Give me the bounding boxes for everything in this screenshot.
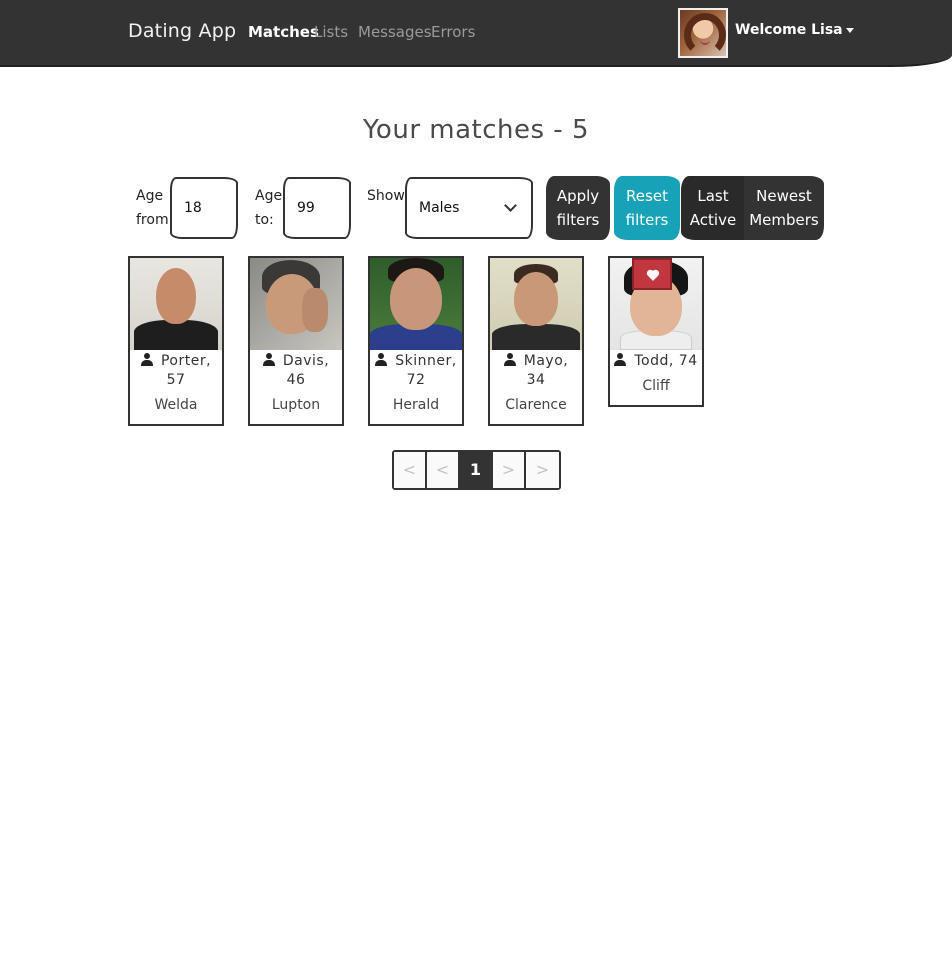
member-card[interactable]: Todd, 74 Cliff — [608, 256, 704, 407]
member-name-age: Porter, 57 — [134, 352, 218, 390]
avatar-hair — [684, 13, 726, 56]
reset-filters-line1: Reset — [626, 187, 668, 205]
member-name-age: Skinner, 72 — [374, 352, 458, 390]
welcome-text: Welcome Lisa — [735, 22, 843, 38]
member-card[interactable]: Mayo, 34 Clarence — [488, 256, 584, 426]
caret-down-icon — [845, 27, 854, 33]
apply-filters-button[interactable]: Apply filters — [546, 176, 610, 240]
member-info: Mayo, 34 Clarence — [490, 350, 582, 419]
navbar: Dating App Matches Lists Messages Errors… — [0, 0, 952, 67]
member-city: Lupton — [271, 397, 321, 413]
age-from-label-line1: Age — [136, 188, 164, 204]
age-to-label: Age to: — [255, 184, 282, 232]
age-from-label: Age from: — [136, 184, 173, 232]
member-photo[interactable] — [250, 258, 342, 350]
member-city: Cliff — [642, 378, 670, 394]
newest-members-line2: Members — [749, 211, 819, 229]
last-active-line2: Active — [689, 211, 737, 229]
page-next-button[interactable]: > — [493, 452, 526, 488]
member-name-age: Todd, 74 — [614, 352, 698, 371]
brand-link[interactable]: Dating App — [128, 20, 236, 42]
like-badge[interactable] — [632, 258, 672, 290]
member-name: Skinner, — [395, 353, 457, 369]
chevron-down-icon — [504, 199, 517, 212]
photo-face — [514, 272, 558, 326]
member-age: 34 — [526, 372, 546, 388]
gender-select-value: Males — [419, 200, 460, 216]
gender-select[interactable]: Males — [405, 177, 533, 239]
reset-filters-button[interactable]: Reset filters — [614, 176, 680, 240]
member-photo[interactable] — [370, 258, 462, 350]
member-photo[interactable] — [490, 258, 582, 350]
member-card[interactable]: Skinner, 72 Herald — [368, 256, 464, 426]
member-photo[interactable] — [130, 258, 222, 350]
member-name: Todd, 74 — [634, 353, 698, 369]
member-name: Mayo, — [523, 353, 569, 369]
user-avatar[interactable] — [678, 8, 728, 58]
age-from-input[interactable]: 18 — [170, 177, 238, 239]
page-prev-button[interactable]: < — [427, 452, 460, 488]
member-age: 57 — [166, 372, 186, 388]
page-title: Your matches - 5 — [363, 115, 589, 145]
age-to-label-line1: Age — [255, 188, 283, 204]
user-dropdown-toggle[interactable]: Welcome Lisa — [735, 22, 854, 38]
nav-link-lists[interactable]: Lists — [314, 23, 348, 41]
photo-shirt — [492, 324, 580, 350]
member-age: 46 — [286, 372, 306, 388]
age-to-label-line2: to: — [255, 212, 274, 228]
member-city: Welda — [154, 397, 198, 413]
photo-shirt — [134, 320, 218, 350]
newest-members-button[interactable]: Newest Members — [744, 176, 824, 240]
member-info: Skinner, 72 Herald — [370, 350, 462, 419]
photo-hand — [302, 288, 328, 332]
member-city: Herald — [392, 397, 440, 413]
nav-link-errors[interactable]: Errors — [431, 23, 475, 41]
user-icon — [503, 353, 516, 366]
member-card[interactable]: Davis, 46 Lupton — [248, 256, 344, 426]
nav-link-messages[interactable]: Messages — [358, 23, 432, 41]
age-from-label-line2: from: — [136, 212, 174, 228]
page-first-button[interactable]: < — [394, 452, 427, 488]
member-name-age: Mayo, 34 — [494, 352, 578, 390]
member-card[interactable]: Porter, 57 Welda — [128, 256, 224, 426]
member-name-age: Davis, 46 — [254, 352, 338, 390]
last-active-button[interactable]: Last Active — [681, 176, 745, 240]
member-city: Clarence — [505, 397, 567, 413]
nav-link-matches[interactable]: Matches — [248, 23, 319, 41]
page-current-button[interactable]: 1 — [460, 452, 493, 488]
member-age: 72 — [406, 372, 426, 388]
user-icon — [140, 353, 153, 366]
photo-face — [156, 268, 196, 324]
member-name: Porter, — [160, 353, 212, 369]
photo-face — [390, 268, 442, 330]
heart-icon — [646, 269, 660, 281]
user-icon — [375, 353, 388, 366]
pagination: < < 1 > > — [392, 450, 561, 490]
member-info: Porter, 57 Welda — [130, 350, 222, 419]
member-photo[interactable] — [610, 258, 702, 350]
newest-members-line1: Newest — [756, 187, 812, 205]
user-icon — [614, 353, 627, 366]
reset-filters-line2: filters — [625, 211, 669, 229]
member-info: Davis, 46 Lupton — [250, 350, 342, 419]
last-active-line1: Last — [697, 187, 729, 205]
show-label: Show: — [367, 188, 409, 204]
member-name: Davis, — [282, 353, 330, 369]
user-icon — [262, 353, 275, 366]
apply-filters-line2: filters — [556, 211, 600, 229]
page-last-button[interactable]: > — [526, 452, 559, 488]
age-to-input[interactable]: 99 — [283, 177, 351, 239]
member-info: Todd, 74 Cliff — [610, 350, 702, 400]
apply-filters-line1: Apply — [556, 187, 600, 205]
